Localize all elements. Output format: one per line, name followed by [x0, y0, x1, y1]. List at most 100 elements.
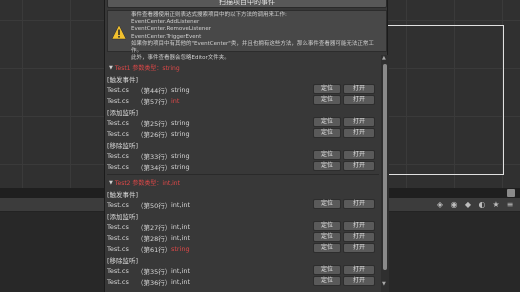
- event-header[interactable]: ▼ Test2 参数类型：int,int: [109, 178, 180, 188]
- param-type: string: [171, 118, 190, 127]
- file-name: Test.cs: [107, 266, 129, 275]
- scan-events-button[interactable]: 扫描项目中的事件: [107, 0, 387, 8]
- locate-button[interactable]: 定位: [313, 232, 341, 242]
- locate-button[interactable]: 定位: [313, 243, 341, 253]
- line-number: （第36行）: [137, 278, 172, 287]
- locate-button[interactable]: 定位: [313, 161, 341, 171]
- line-number: （第33行）: [137, 152, 172, 161]
- file-name: Test.cs: [107, 129, 129, 138]
- line-number: （第26行）: [137, 130, 172, 139]
- file-name: Test.cs: [107, 151, 129, 160]
- warning-icon: [111, 24, 127, 40]
- event-viewer-window: 扫描项目中的事件 事件查看器使用正则表达式搜索项目中的以下方法的调用来工作: E…: [104, 0, 389, 292]
- line-number: （第35行）: [137, 267, 172, 276]
- param-type: int: [171, 96, 180, 105]
- row-actions: 定位 打开: [313, 84, 375, 94]
- gizmo-icon[interactable]: ◈: [436, 200, 444, 209]
- scene-tool-icon[interactable]: [507, 189, 515, 197]
- open-button[interactable]: 打开: [343, 95, 375, 105]
- list-item: Test.cs （第35行） int,int 定位 打开: [107, 265, 381, 276]
- list-item: Test.cs （第34行） string 定位 打开: [107, 161, 381, 172]
- section-label: [触发事件]: [107, 191, 139, 199]
- locate-button[interactable]: 定位: [313, 150, 341, 160]
- row-actions: 定位 打开: [313, 199, 375, 209]
- list-item: Test.cs （第25行） string 定位 打开: [107, 117, 381, 128]
- param-type: string: [171, 151, 190, 160]
- row-actions: 定位 打开: [313, 117, 375, 127]
- open-button[interactable]: 打开: [343, 221, 375, 231]
- scroll-up-icon[interactable]: ▲: [382, 55, 386, 61]
- locate-button[interactable]: 定位: [313, 128, 341, 138]
- event-header-label: Test2 参数类型：int,int: [114, 180, 180, 187]
- list-item: Test.cs （第57行） int 定位 打开: [107, 95, 381, 106]
- param-type: string: [171, 244, 190, 253]
- tag-icon[interactable]: ◆: [464, 200, 472, 209]
- row-actions: 定位 打开: [313, 276, 375, 286]
- line-number: （第28行）: [137, 234, 172, 243]
- line-number: （第50行）: [137, 201, 172, 210]
- locate-button[interactable]: 定位: [313, 265, 341, 275]
- locate-button[interactable]: 定位: [313, 276, 341, 286]
- file-name: Test.cs: [107, 200, 129, 209]
- star-icon[interactable]: ★: [492, 200, 500, 209]
- open-button[interactable]: 打开: [343, 199, 375, 209]
- file-name: Test.cs: [107, 96, 129, 105]
- row-actions: 定位 打开: [313, 95, 375, 105]
- help-box: 事件查看器使用正则表达式搜索项目中的以下方法的调用来工作: EventCente…: [107, 10, 387, 61]
- list-item: Test.cs （第44行） string 定位 打开: [107, 84, 381, 95]
- event-header-label: Test1 参数类型：string: [114, 65, 180, 72]
- param-type: int,int: [171, 266, 191, 275]
- line-number: （第44行）: [137, 86, 172, 95]
- file-name: Test.cs: [107, 277, 129, 286]
- list-item: Test.cs （第26行） string 定位 打开: [107, 128, 381, 139]
- open-button[interactable]: 打开: [343, 243, 375, 253]
- line-number: （第57行）: [137, 97, 172, 106]
- file-name: Test.cs: [107, 85, 129, 94]
- locate-button[interactable]: 定位: [313, 221, 341, 231]
- row-actions: 定位 打开: [313, 243, 375, 253]
- line-number: （第25行）: [137, 119, 172, 128]
- event-list[interactable]: ▼ Test1 参数类型：string [触发事件] Test.cs （第44行） str…: [105, 55, 381, 292]
- open-button[interactable]: 打开: [343, 265, 375, 275]
- layer-icon[interactable]: ◐: [478, 200, 486, 209]
- open-button[interactable]: 打开: [343, 161, 375, 171]
- open-button[interactable]: 打开: [343, 128, 375, 138]
- open-button[interactable]: 打开: [343, 84, 375, 94]
- event-divider: [107, 174, 379, 175]
- foldout-arrow-icon[interactable]: ▼: [109, 65, 113, 71]
- section-label: [添加监听]: [107, 109, 139, 117]
- section-label: [移除监听]: [107, 257, 139, 265]
- file-name: Test.cs: [107, 233, 129, 242]
- event-header[interactable]: ▼ Test1 参数类型：string: [109, 63, 180, 73]
- row-actions: 定位 打开: [313, 221, 375, 231]
- file-name: Test.cs: [107, 118, 129, 127]
- locate-button[interactable]: 定位: [313, 199, 341, 209]
- locate-button[interactable]: 定位: [313, 84, 341, 94]
- param-type: string: [171, 129, 190, 138]
- open-button[interactable]: 打开: [343, 150, 375, 160]
- section-label: [移除监听]: [107, 142, 139, 150]
- line-number: （第27行）: [137, 223, 172, 232]
- scene-camera-frame: [388, 25, 504, 175]
- param-type: int,int: [171, 200, 191, 209]
- file-name: Test.cs: [107, 222, 129, 231]
- vertical-scrollbar[interactable]: ▲ ▼: [381, 55, 389, 292]
- locate-button[interactable]: 定位: [313, 95, 341, 105]
- list-item: Test.cs （第36行） int,int 定位 打开: [107, 276, 381, 287]
- scrollbar-thumb[interactable]: [383, 64, 387, 270]
- open-button[interactable]: 打开: [343, 232, 375, 242]
- locate-button[interactable]: 定位: [313, 117, 341, 127]
- hamburger-icon[interactable]: ≡: [506, 200, 514, 209]
- scroll-down-icon[interactable]: ▼: [382, 281, 386, 287]
- open-button[interactable]: 打开: [343, 276, 375, 286]
- section-label: [添加监听]: [107, 213, 139, 221]
- foldout-arrow-icon[interactable]: ▼: [109, 180, 113, 186]
- line-number: （第34行）: [137, 163, 172, 172]
- row-actions: 定位 打开: [313, 128, 375, 138]
- row-actions: 定位 打开: [313, 232, 375, 242]
- open-button[interactable]: 打开: [343, 117, 375, 127]
- scene-visibility-icon[interactable]: ◉: [450, 200, 458, 209]
- param-type: int,int: [171, 277, 191, 286]
- param-type: string: [171, 162, 190, 171]
- list-item: Test.cs （第50行） int,int 定位 打开: [107, 199, 381, 210]
